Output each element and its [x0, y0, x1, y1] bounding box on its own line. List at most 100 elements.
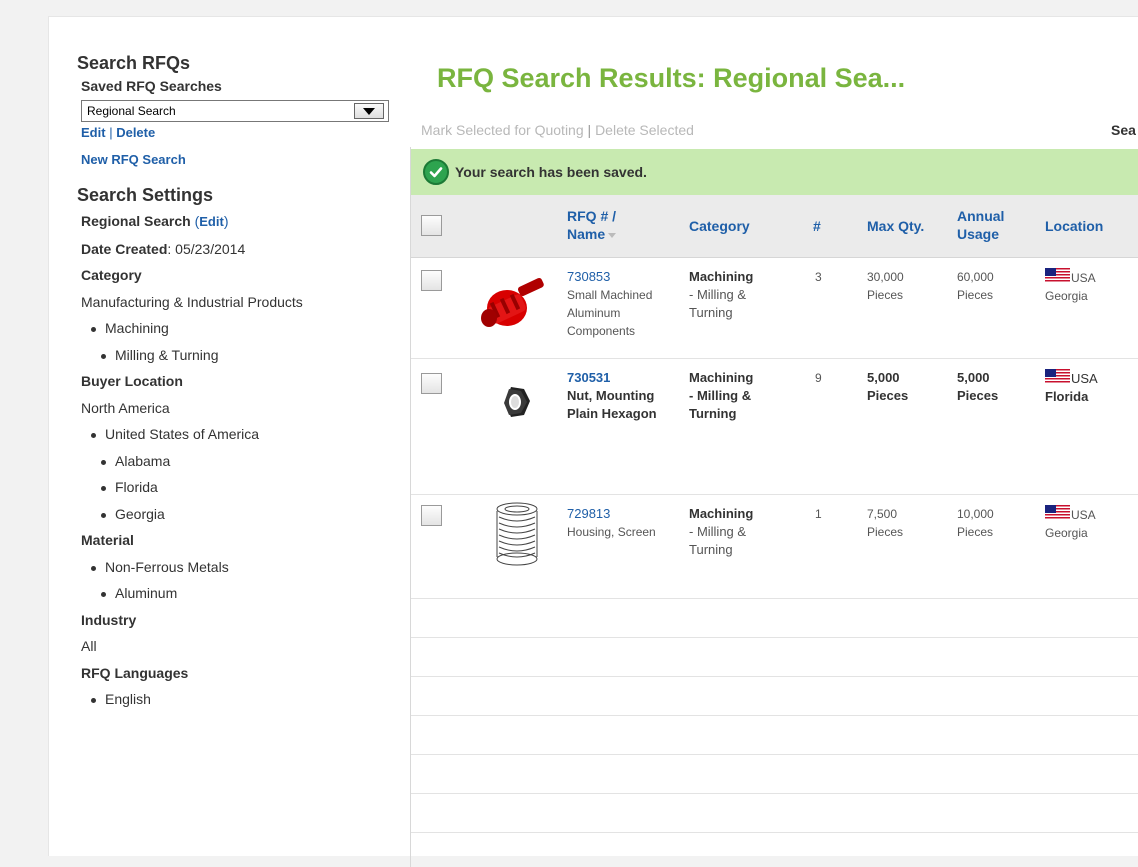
category-label: Category	[81, 267, 142, 283]
state-item: Georgia	[81, 501, 377, 528]
action-separator: |	[587, 122, 592, 138]
empty-row-divider	[411, 754, 1138, 755]
saved-search-links: Edit | Delete	[81, 125, 377, 140]
annual-usage-cell: 5,000 Pieces	[957, 369, 998, 405]
max-qty-value: 30,000	[867, 270, 904, 284]
category-main: Machining	[689, 269, 754, 284]
delete-selected-link[interactable]: Delete Selected	[595, 122, 694, 138]
rfq-cell: 730531 Nut, Mounting Plain Hexagon	[567, 369, 687, 423]
new-rfq-search-link[interactable]: New RFQ Search	[81, 152, 377, 167]
annual-value: 60,000	[957, 270, 994, 284]
content-panel: Search RFQs Saved RFQ Searches Regional …	[48, 16, 1138, 867]
empty-row-divider	[411, 793, 1138, 794]
category-sub: Turning	[689, 305, 733, 320]
location-country: USA	[1071, 508, 1096, 522]
count-cell: 1	[815, 507, 822, 521]
region: North America	[81, 399, 170, 416]
rfq-number-link[interactable]: 729813	[567, 505, 687, 523]
count-cell: 3	[815, 270, 822, 284]
location-state: Georgia	[1045, 526, 1088, 540]
category-sub: - Milling &	[689, 287, 747, 302]
column-name-label: Name	[567, 226, 606, 242]
row-checkbox[interactable]	[421, 505, 442, 526]
column-location[interactable]: Location	[1045, 217, 1103, 235]
mark-selected-link[interactable]: Mark Selected for Quoting	[421, 122, 584, 138]
location-cell: USA Georgia	[1045, 268, 1096, 305]
category-main: Machining	[689, 506, 754, 521]
category-sub: Turning	[689, 542, 733, 557]
location-country: USA	[1071, 371, 1098, 386]
rfq-number-link[interactable]: 730531	[567, 369, 687, 387]
row-checkbox[interactable]	[421, 270, 442, 291]
search-label-truncated: Sea	[1111, 122, 1136, 138]
max-qty-unit: Pieces	[867, 288, 904, 302]
empty-row-divider	[411, 676, 1138, 677]
saved-searches-label: Saved RFQ Searches	[81, 78, 222, 94]
column-annual-usage[interactable]: Annual Usage	[957, 207, 1004, 243]
location-cell: USA Florida	[1045, 369, 1098, 406]
rfq-cell: 730853 Small Machined Aluminum Component…	[567, 268, 687, 340]
date-created-row: Date Created: 05/23/2014	[81, 240, 246, 257]
table-row[interactable]: 730531 Nut, Mounting Plain Hexagon Machi…	[411, 359, 1138, 495]
check-circle-icon	[423, 159, 449, 185]
location-cell: USA Georgia	[1045, 505, 1096, 542]
rfq-name-line: Nut, Mounting	[567, 388, 655, 403]
material-level-1: Non-Ferrous Metals	[81, 554, 377, 581]
industry-label: Industry	[81, 611, 137, 628]
select-all-checkbox[interactable]	[421, 215, 442, 236]
category-level-1: Machining	[81, 315, 377, 342]
date-created-value: 05/23/2014	[175, 240, 246, 257]
column-rfq-name[interactable]: RFQ # / Name	[567, 207, 617, 243]
results-area: RFQ Search Results: Regional Sea... Mark…	[410, 17, 1138, 867]
category-main: Machining	[689, 370, 754, 385]
industry-value: All	[81, 638, 97, 654]
rfq-number-link[interactable]: 730853	[567, 268, 687, 286]
saved-search-select-value: Regional Search	[87, 104, 176, 118]
column-count[interactable]: #	[813, 217, 821, 235]
max-qty-value: 7,500	[867, 507, 898, 521]
column-annual-label: Annual	[957, 208, 1005, 224]
annual-usage-cell: 60,000 Pieces	[957, 268, 994, 304]
rfq-cell: 729813 Housing, Screen	[567, 505, 687, 541]
success-message: Your search has been saved.	[455, 164, 647, 180]
material-label: Material	[81, 532, 134, 548]
page-title: RFQ Search Results: Regional Sea...	[437, 63, 906, 93]
column-category[interactable]: Category	[689, 217, 750, 235]
search-name-row: Regional Search (Edit)	[81, 213, 229, 229]
column-usage-label: Usage	[957, 226, 1000, 242]
edit-settings-link[interactable]: Edit	[199, 214, 224, 229]
category-sub: Turning	[689, 406, 737, 421]
part-thumbnail[interactable]	[491, 499, 543, 569]
max-qty-cell: 30,000 Pieces	[867, 268, 904, 304]
country: United States of America	[81, 421, 377, 448]
max-qty-value: 5,000	[867, 370, 900, 385]
table-header: RFQ # / Name Category # Max Qty. Annual …	[411, 195, 1138, 258]
max-qty-unit: Pieces	[867, 388, 909, 403]
count-cell: 9	[815, 371, 822, 385]
buyer-location-label: Buyer Location	[81, 373, 183, 389]
rfq-name-line: Housing, Screen	[567, 525, 656, 539]
language-item: English	[81, 686, 377, 713]
sort-arrow-icon[interactable]	[608, 232, 617, 238]
location-state: Georgia	[1045, 289, 1088, 303]
annual-value: 10,000	[957, 507, 994, 521]
saved-search-select[interactable]: Regional Search	[81, 100, 389, 122]
us-flag-icon	[1045, 369, 1070, 384]
delete-search-link[interactable]: Delete	[116, 125, 155, 140]
category-sub: - Milling &	[689, 388, 752, 403]
row-checkbox[interactable]	[421, 373, 442, 394]
part-thumbnail[interactable]	[477, 274, 553, 332]
table-row[interactable]: 729813 Housing, Screen Machining - Milli…	[411, 495, 1138, 599]
part-thumbnail[interactable]	[497, 383, 537, 423]
dropdown-arrow-icon[interactable]	[354, 103, 384, 119]
category-sub: - Milling &	[689, 524, 747, 539]
column-max-qty[interactable]: Max Qty.	[867, 217, 924, 235]
column-rfq-label: RFQ # /	[567, 208, 617, 224]
edit-search-link[interactable]: Edit	[81, 125, 106, 140]
table-row[interactable]: 730853 Small Machined Aluminum Component…	[411, 258, 1138, 359]
rfq-name-line: Components	[567, 324, 636, 338]
category-root: Manufacturing & Industrial Products	[81, 293, 303, 310]
rfq-name-line: Small Machined	[567, 288, 653, 302]
link-separator: |	[109, 125, 113, 140]
empty-row-divider	[411, 715, 1138, 716]
